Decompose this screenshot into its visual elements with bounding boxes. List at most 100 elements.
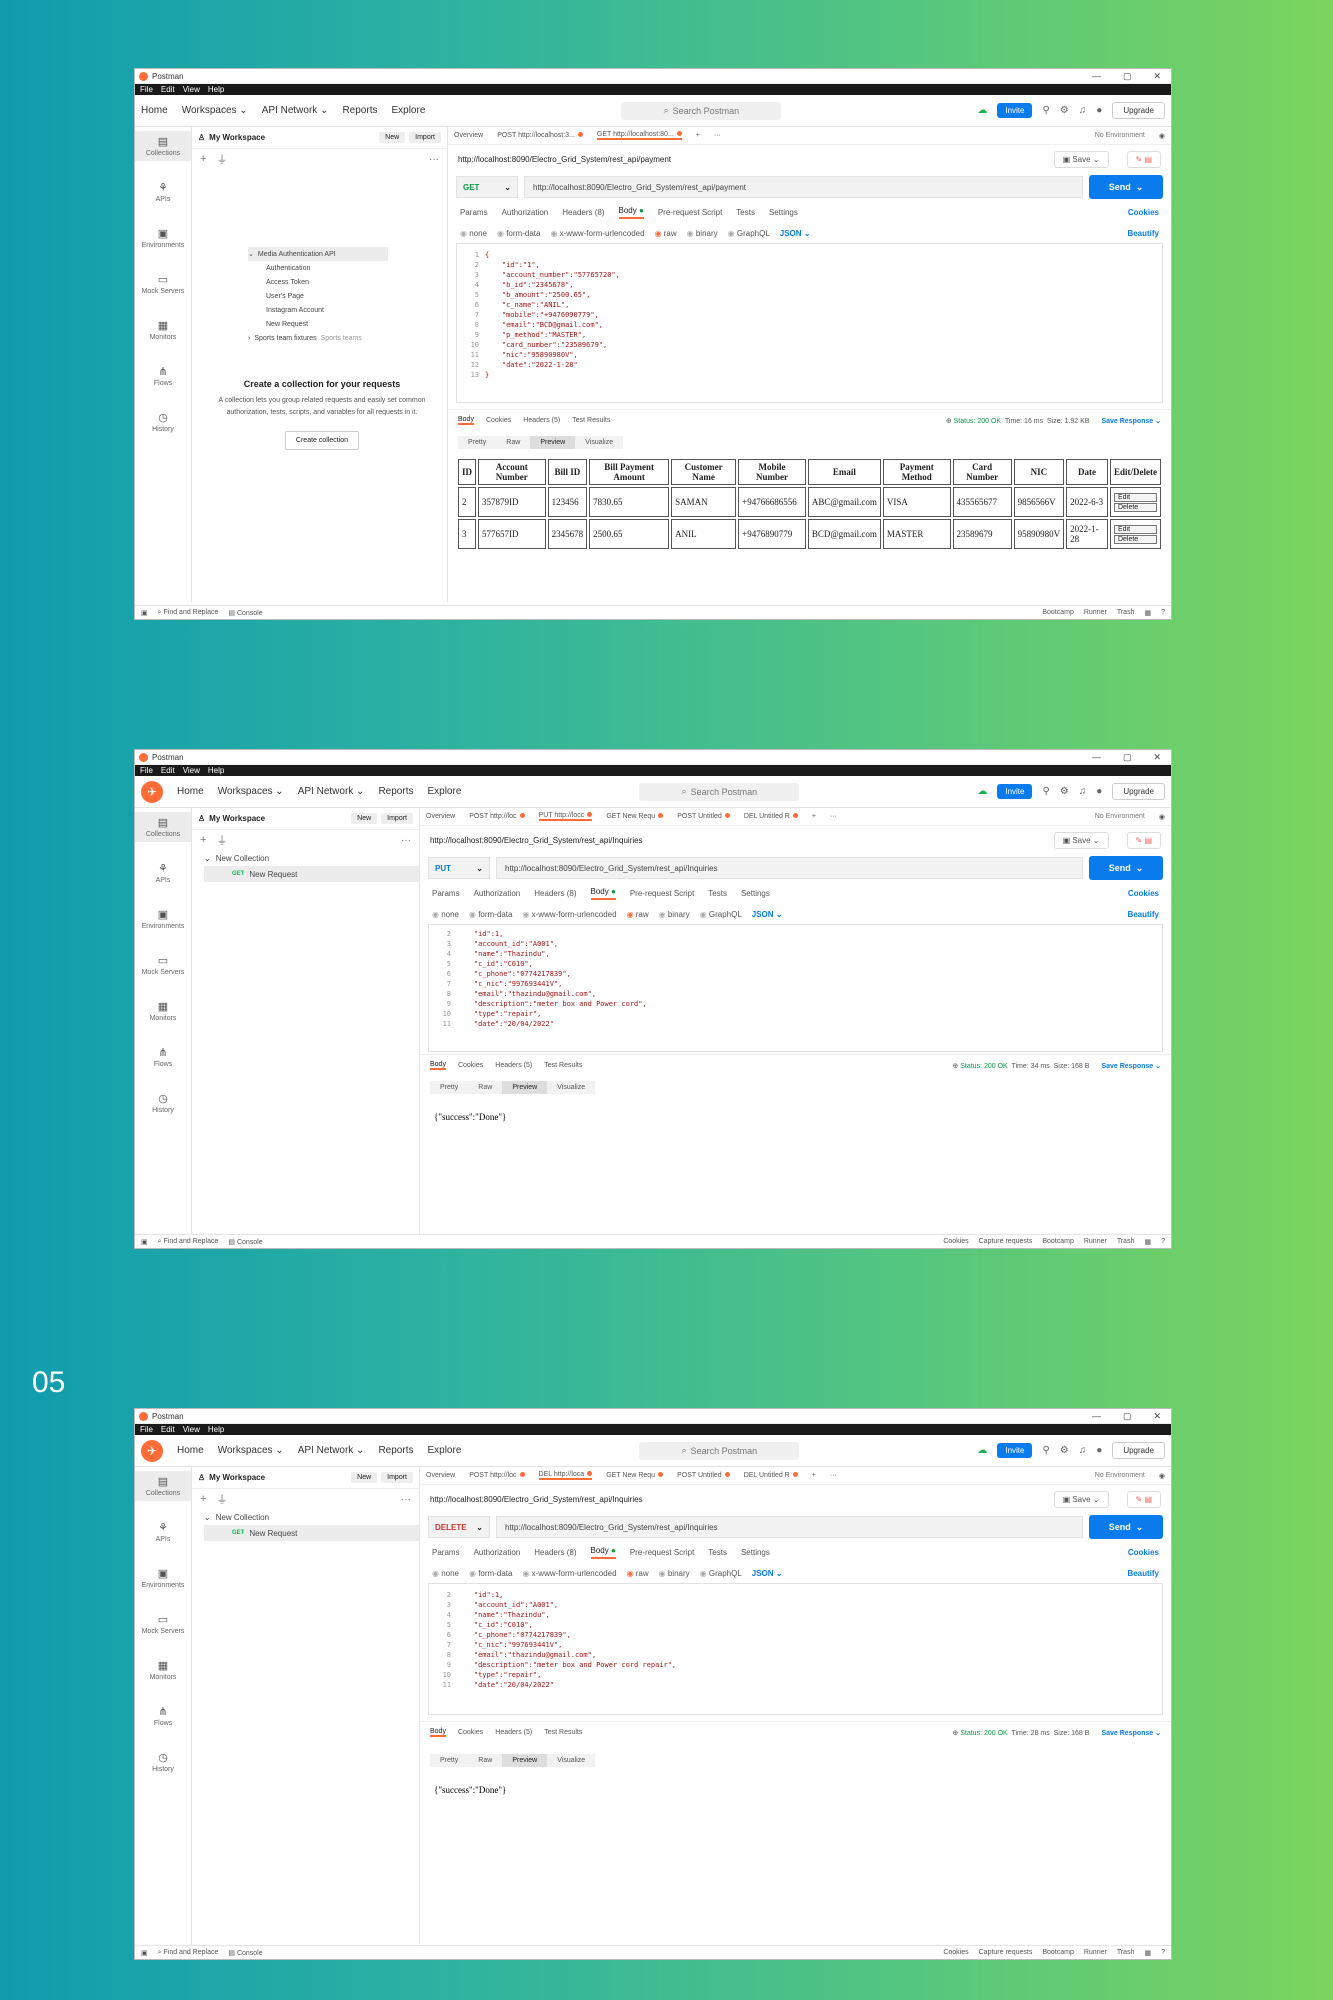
subtab-headers[interactable]: Headers (8)	[534, 1548, 576, 1557]
nav-api-network[interactable]: API Network ⌄	[262, 105, 329, 116]
rail-collections[interactable]: ▤ Collections	[135, 131, 191, 161]
settings-icon[interactable]: ⚙	[1060, 105, 1069, 116]
import-button[interactable]: Import	[381, 1472, 413, 1483]
url-input[interactable]: http://localhost:8090/Electro_Grid_Syste…	[496, 857, 1083, 879]
resp-tab-cookies[interactable]: Cookies	[458, 1062, 483, 1069]
import-button[interactable]: Import	[409, 132, 441, 143]
sync-icon[interactable]: ☁	[977, 1445, 987, 1456]
rail-monitors[interactable]: ▦ Monitors	[135, 315, 191, 345]
invite-button[interactable]: Invite	[997, 784, 1033, 799]
view-visualize[interactable]: Visualize	[575, 435, 624, 449]
bell-icon[interactable]: ♫	[1079, 786, 1087, 797]
search-input[interactable]: ⌕ Search Postman	[639, 1441, 800, 1460]
console-button[interactable]: ▤ Console	[228, 1949, 262, 1957]
nav-api-network[interactable]: API Network ⌄	[298, 786, 365, 797]
capture-button[interactable]: Capture requests	[979, 1949, 1033, 1957]
request-item[interactable]: GET New Request	[204, 1525, 419, 1541]
menu-help[interactable]: Help	[208, 1425, 224, 1434]
beautify-link[interactable]: Beautify	[1127, 229, 1159, 238]
subtab-pre-request[interactable]: Pre-request Script	[630, 889, 694, 898]
radio-none[interactable]: none	[460, 229, 487, 238]
trash-button[interactable]: Trash	[1117, 1238, 1135, 1246]
minimize-button[interactable]: —	[1092, 752, 1101, 763]
collection-item[interactable]: ⌄ New Collection	[204, 1509, 419, 1525]
tab-overview[interactable]: Overview	[426, 813, 455, 820]
bell-icon[interactable]: ♫	[1079, 1445, 1087, 1456]
delete-button[interactable]: Delete	[1113, 534, 1157, 544]
environment-select[interactable]: No Environment	[1095, 813, 1145, 820]
rail-collections[interactable]: ▤ Collections	[135, 1471, 191, 1501]
help-icon[interactable]: ?	[1161, 1238, 1165, 1246]
save-response-button[interactable]: Save Response ⌄	[1101, 1729, 1161, 1737]
nav-explore[interactable]: Explore	[391, 105, 425, 116]
menu-help[interactable]: Help	[208, 85, 224, 94]
rail-collections[interactable]: ▤ Collections	[135, 812, 191, 842]
beautify-link[interactable]: Beautify	[1127, 910, 1159, 919]
tab-request[interactable]: GET http://localhost:80...	[596, 131, 682, 140]
radio-form-data[interactable]: form-data	[497, 229, 540, 238]
rail-monitors[interactable]: ▦ Monitors	[135, 996, 191, 1026]
rail-apis[interactable]: ⚘ APIs	[135, 858, 191, 888]
radio-form-data[interactable]: form-data	[469, 910, 512, 919]
edit-button[interactable]: Edit	[1113, 492, 1157, 502]
find-replace-button[interactable]: ⌕ Find and Replace	[158, 1949, 219, 1957]
radio-urlencoded[interactable]: x-www-form-urlencoded	[550, 229, 645, 238]
satellite-icon[interactable]: ⚲	[1042, 786, 1049, 797]
edit-icon[interactable]: ✎ ▤	[1126, 150, 1161, 168]
maximize-button[interactable]: ▢	[1123, 752, 1132, 763]
console-button[interactable]: ▤ Console	[228, 1238, 262, 1246]
resp-tab-headers[interactable]: Headers (5)	[495, 1729, 532, 1736]
method-select[interactable]: PUT ⌄	[428, 857, 490, 879]
tab-request[interactable]: POST http://localhost:3...	[497, 132, 583, 139]
minimize-button[interactable]: —	[1092, 71, 1101, 82]
nav-reports[interactable]: Reports	[342, 105, 377, 116]
nav-reports[interactable]: Reports	[378, 1445, 413, 1456]
more-tabs-icon[interactable]: ···	[830, 1472, 837, 1479]
close-button[interactable]: ✕	[1153, 752, 1161, 763]
resp-tab-tests[interactable]: Test Results	[544, 1729, 582, 1736]
view-preview[interactable]: Preview	[502, 1080, 548, 1094]
radio-raw[interactable]: raw	[627, 1569, 649, 1578]
upgrade-button[interactable]: Upgrade	[1112, 783, 1165, 800]
view-raw[interactable]: Raw	[496, 435, 531, 449]
view-pretty[interactable]: Pretty	[430, 1753, 469, 1767]
collection-item[interactable]: ⌄ New Collection	[204, 850, 419, 866]
rail-mock-servers[interactable]: ▭ Mock Servers	[135, 269, 191, 299]
avatar[interactable]: ●	[1096, 786, 1102, 797]
capture-button[interactable]: Capture requests	[979, 1238, 1033, 1246]
tab-request[interactable]: PUT http://locc	[538, 812, 593, 821]
satellite-icon[interactable]: ⚲	[1042, 105, 1049, 116]
subtab-params[interactable]: Params	[460, 208, 488, 217]
environment-select[interactable]: No Environment	[1095, 132, 1145, 139]
avatar[interactable]: ●	[1096, 105, 1102, 116]
bootcamp-button[interactable]: Bootcamp	[1042, 1949, 1074, 1957]
tab-request[interactable]: POST Untitled	[677, 813, 730, 820]
resp-tab-body[interactable]: Body	[430, 1728, 446, 1737]
more-tabs-icon[interactable]: ···	[830, 813, 837, 820]
filter-icon[interactable]: ⏚	[216, 151, 227, 167]
menu-view[interactable]: View	[183, 1425, 200, 1434]
view-pretty[interactable]: Pretty	[430, 1080, 469, 1094]
body-editor[interactable]: 2 "id":1, 3 "account_id":"A001", 4 "name":…	[428, 924, 1163, 1052]
resp-tab-tests[interactable]: Test Results	[544, 1062, 582, 1069]
beautify-link[interactable]: Beautify	[1127, 1569, 1159, 1578]
postman-logo-icon[interactable]: ✈	[141, 780, 163, 803]
subtab-body[interactable]: Body ●	[590, 887, 616, 900]
create-collection-button[interactable]: Create collection	[284, 431, 360, 450]
help-icon[interactable]: ?	[1161, 609, 1165, 617]
rail-history[interactable]: ◷ History	[135, 1747, 191, 1777]
tab-request[interactable]: GET New Requ	[606, 813, 664, 820]
subtab-body[interactable]: Body ●	[618, 206, 644, 219]
more-icon[interactable]: ···	[401, 835, 411, 846]
nav-explore[interactable]: Explore	[427, 786, 461, 797]
radio-graphql[interactable]: GraphQL	[728, 229, 770, 238]
subtab-pre-request[interactable]: Pre-request Script	[630, 1548, 694, 1557]
maximize-button[interactable]: ▢	[1123, 1411, 1132, 1422]
subtab-authorization[interactable]: Authorization	[502, 208, 549, 217]
body-editor[interactable]: 1{2 "id":"1", 3 "account_number":"5776572…	[456, 243, 1163, 403]
invite-button[interactable]: Invite	[997, 1443, 1033, 1458]
environment-select[interactable]: No Environment	[1095, 1472, 1145, 1479]
trash-button[interactable]: Trash	[1117, 609, 1135, 617]
view-pretty[interactable]: Pretty	[458, 435, 497, 449]
rail-environments[interactable]: ▣ Environments	[135, 223, 191, 253]
